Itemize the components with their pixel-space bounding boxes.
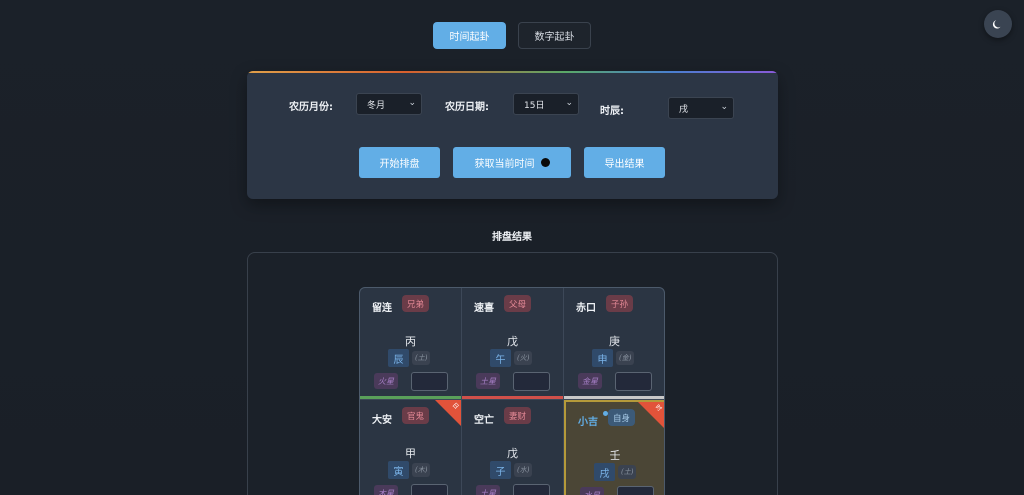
relation-badge: 官鬼 [402, 407, 430, 424]
extra-box [617, 486, 654, 495]
mode-tabs: 时间起卦 数字起卦 [0, 22, 1024, 49]
palace-name: 空亡 [474, 415, 494, 426]
tab-number[interactable]: 数字起卦 [518, 22, 591, 49]
divination-grid: 留连 兄弟丙辰 (土) 火星 速喜 父母戊午 (火) 土星 赤口 子孙庚申 (金) 金星 大安 官鬼甲寅(… [359, 287, 665, 495]
palace-name: 速喜 [474, 303, 494, 314]
element-tag: (水) [514, 463, 533, 477]
element-tag: (金) [616, 351, 635, 365]
get-current-time-button[interactable]: 获取当前时间 [453, 147, 571, 178]
panel-accent-bar [247, 71, 778, 73]
palace-cell: 空亡 妻财戊子 (水) 土星 [462, 400, 564, 495]
palace-name: 留连 [372, 303, 392, 314]
extra-box [513, 372, 550, 391]
earthly-branch: 午 [490, 349, 511, 367]
earthly-branch: 戌 [594, 463, 615, 481]
hour-label: 时辰: [600, 106, 624, 117]
star-tag: 土星 [476, 485, 500, 495]
month-select[interactable]: 冬月 ⌄ [356, 93, 422, 115]
extra-box [513, 484, 550, 495]
tab-time[interactable]: 时间起卦 [433, 22, 506, 49]
star-tag: 土星 [476, 373, 500, 389]
relation-badge: 子孙 [606, 295, 634, 312]
heavenly-stem: 丙 [405, 335, 416, 348]
start-button[interactable]: 开始排盘 [359, 147, 440, 178]
date-label: 农历日期: [445, 102, 489, 113]
element-tag: (火) [514, 351, 533, 365]
star-tag: 火星 [374, 373, 398, 389]
relation-badge: 自身 [608, 409, 636, 426]
star-tag: 木星 [374, 485, 398, 495]
heavenly-stem: 庚 [609, 335, 620, 348]
extra-box [411, 484, 448, 495]
palace-name: 赤口 [576, 303, 596, 314]
earthly-branch: 辰 [388, 349, 409, 367]
element-tag: (土) [412, 351, 431, 365]
start-button-label: 开始排盘 [379, 159, 420, 170]
palace-cell: 小吉 自身壬戌 (土) 水星时 [564, 400, 664, 495]
relation-badge: 妻财 [504, 407, 532, 424]
input-panel: 农历月份: 冬月 ⌄ 农历日期: 15日 ⌄ 时辰: 戌 ⌄ 开始排盘 获取当前… [247, 71, 778, 199]
hour-select[interactable]: 戌 ⌄ [668, 97, 734, 119]
earthly-branch: 子 [490, 461, 511, 479]
element-color-bar [462, 396, 563, 399]
heavenly-stem: 甲 [405, 447, 416, 460]
hour-select-value: 戌 [679, 104, 689, 115]
month-select-value: 冬月 [367, 100, 386, 111]
palace-name: 小吉 [578, 417, 598, 428]
relation-badge: 兄弟 [402, 295, 430, 312]
clock-dot-icon [540, 158, 550, 167]
chevron-down-icon: ⌄ [720, 102, 728, 112]
star-tag: 金星 [578, 373, 602, 389]
palace-cell: 大安 官鬼甲寅 (木) 木星日 [360, 400, 462, 495]
palace-cell: 留连 兄弟丙辰 (土) 火星 [360, 288, 462, 400]
palace-cell: 赤口 子孙庚申 (金) 金星 [564, 288, 664, 400]
relation-badge: 父母 [504, 295, 532, 312]
date-select[interactable]: 15日 ⌄ [513, 93, 579, 115]
chevron-down-icon: ⌄ [565, 98, 573, 108]
indicator-dot [603, 411, 608, 416]
export-button-label: 导出结果 [604, 159, 645, 170]
palace-cell: 速喜 父母戊午 (火) 土星 [462, 288, 564, 400]
element-color-bar [564, 396, 664, 399]
element-color-bar [360, 396, 461, 399]
element-tag: (土) [618, 465, 637, 479]
heavenly-stem: 壬 [609, 449, 621, 462]
chevron-down-icon: ⌄ [408, 98, 416, 108]
result-title: 排盘结果 [492, 232, 532, 243]
element-tag: (木) [412, 463, 431, 477]
get-current-time-label: 获取当前时间 [474, 159, 535, 170]
heavenly-stem: 戊 [507, 447, 518, 460]
earthly-branch: 寅 [388, 461, 409, 479]
star-tag: 水星 [580, 487, 604, 495]
palace-name: 大安 [372, 415, 392, 426]
month-label: 农历月份: [289, 102, 333, 113]
date-select-value: 15日 [524, 100, 545, 111]
export-button[interactable]: 导出结果 [584, 147, 665, 178]
heavenly-stem: 戊 [507, 335, 518, 348]
extra-box [411, 372, 448, 391]
extra-box [615, 372, 652, 391]
earthly-branch: 申 [592, 349, 613, 367]
